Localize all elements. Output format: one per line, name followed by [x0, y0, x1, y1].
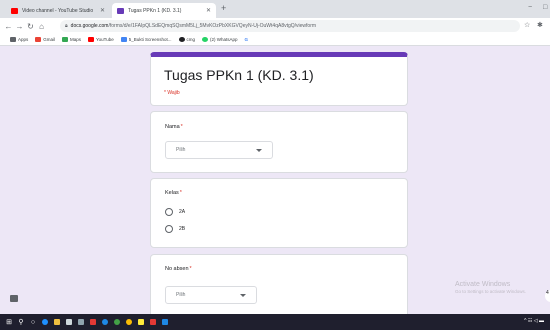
star-icon[interactable]: ☆ [524, 21, 530, 29]
tab-youtube-studio[interactable]: Video channel - YouTube Studio ✕ [6, 3, 110, 18]
radio-button[interactable] [165, 208, 173, 216]
app-icon[interactable] [147, 314, 159, 330]
site-icon [178, 37, 185, 42]
radio-button[interactable] [165, 225, 173, 233]
bookmark-screenshot[interactable]: 5_Bukti Screenshot... [120, 37, 172, 42]
chevron-down-icon [256, 148, 262, 152]
bookmark-maps[interactable]: Maps [62, 37, 81, 42]
extension-icon[interactable]: ✱ [537, 21, 543, 29]
bookmark-youtube[interactable]: YouTube [88, 37, 114, 42]
docs-icon [120, 37, 127, 42]
gmail-icon [35, 37, 42, 42]
youtube-icon [11, 7, 18, 14]
lock-icon: 🔒︎ [65, 23, 68, 29]
form-header-card: Tugas PPKn 1 (KD. 3.1) * Wajib [150, 52, 408, 106]
address-bar[interactable]: 🔒︎ docs.google.com /forms/d/e/1FAIpQLSdE… [60, 20, 520, 32]
question-label: Nama* [165, 124, 183, 130]
app-icon[interactable] [135, 314, 147, 330]
mail-icon[interactable] [75, 314, 87, 330]
store-icon[interactable] [63, 314, 75, 330]
question-card-no-absen: No absen* Pilih [150, 254, 408, 314]
edge-icon[interactable] [39, 314, 51, 330]
tab-title: Video channel - YouTube Studio [22, 7, 94, 14]
maps-icon [62, 37, 69, 42]
home-icon[interactable]: ⌂ [36, 22, 47, 31]
question-card-kelas: Kelas* 2A 2B [150, 178, 408, 248]
app-icon[interactable] [159, 314, 171, 330]
close-icon[interactable]: ✕ [100, 7, 105, 14]
file-explorer-icon[interactable] [51, 314, 63, 330]
bookmark-apps[interactable]: Apps [10, 37, 28, 42]
apps-grid-icon [10, 37, 16, 42]
bookmark-whatsapp[interactable]: (2) WhatsApp [202, 37, 238, 42]
minimize-button[interactable]: − [528, 4, 532, 11]
question-card-nama: Nama* Pilih [150, 111, 408, 173]
cortana-icon[interactable]: ○ [27, 314, 39, 330]
url-path: /forms/d/e/1FAIpQLSdEQmqSQsmM5Lj_5MvKOzP… [108, 23, 317, 29]
question-label: No absen* [165, 266, 192, 272]
radio-option-2b[interactable]: 2B [165, 225, 185, 233]
forward-arrow-icon[interactable]: → [14, 22, 25, 31]
windows-taskbar: ⊞ ⚲ ○ ^ ☷ ◁ ▬ [0, 314, 550, 330]
form-title: Tugas PPKn 1 (KD. 3.1) [164, 67, 314, 83]
windows-start-icon[interactable]: ⊞ [3, 314, 15, 330]
tab-strip: Video channel - YouTube Studio ✕ Tugas P… [0, 0, 550, 18]
chrome-icon[interactable] [123, 314, 135, 330]
whatsapp-icon [202, 37, 209, 42]
question-label: Kelas* [165, 190, 182, 196]
report-icon[interactable] [10, 295, 18, 302]
new-tab-button[interactable]: + [221, 3, 226, 13]
tab-google-forms[interactable]: Tugas PPKn 1 (KD. 3.1) ✕ [112, 3, 216, 18]
google-icon: G [244, 37, 249, 42]
forms-icon [117, 7, 124, 14]
radio-option-2a[interactable]: 2A [165, 208, 185, 216]
app-icon[interactable] [111, 314, 123, 330]
required-note: * Wajib [164, 90, 180, 96]
bookmark-gmail[interactable]: Gmail [35, 37, 55, 42]
search-icon[interactable]: ⚲ [15, 314, 27, 330]
browser-toolbar: ← → ↻ ⌂ 🔒︎ docs.google.com /forms/d/e/1F… [0, 18, 550, 34]
nama-dropdown[interactable]: Pilih [165, 141, 273, 159]
close-icon[interactable]: ✕ [206, 7, 211, 14]
url-domain: docs.google.com [70, 23, 109, 29]
bookmark-google[interactable]: G [245, 37, 249, 42]
system-tray[interactable]: ^ ☷ ◁ ▬ [524, 318, 544, 324]
side-panel-chip[interactable]: 4 [545, 290, 550, 302]
bookmark-cmg[interactable]: cmg [178, 37, 195, 42]
no-absen-dropdown[interactable]: Pilih [165, 286, 257, 304]
back-arrow-icon[interactable]: ← [3, 22, 14, 31]
youtube-icon [88, 37, 95, 42]
app-icon[interactable] [99, 314, 111, 330]
tab-title: Tugas PPKn 1 (KD. 3.1) [128, 7, 182, 14]
reload-icon[interactable]: ↻ [25, 22, 36, 31]
chevron-down-icon [240, 293, 246, 297]
app-icon[interactable] [87, 314, 99, 330]
maximize-button[interactable]: □ [543, 4, 547, 11]
bookmarks-bar: Apps Gmail Maps YouTube 5_Bukti Screensh… [0, 34, 550, 46]
activate-windows-watermark: Activate Windows Go to Settings to activ… [455, 281, 527, 294]
